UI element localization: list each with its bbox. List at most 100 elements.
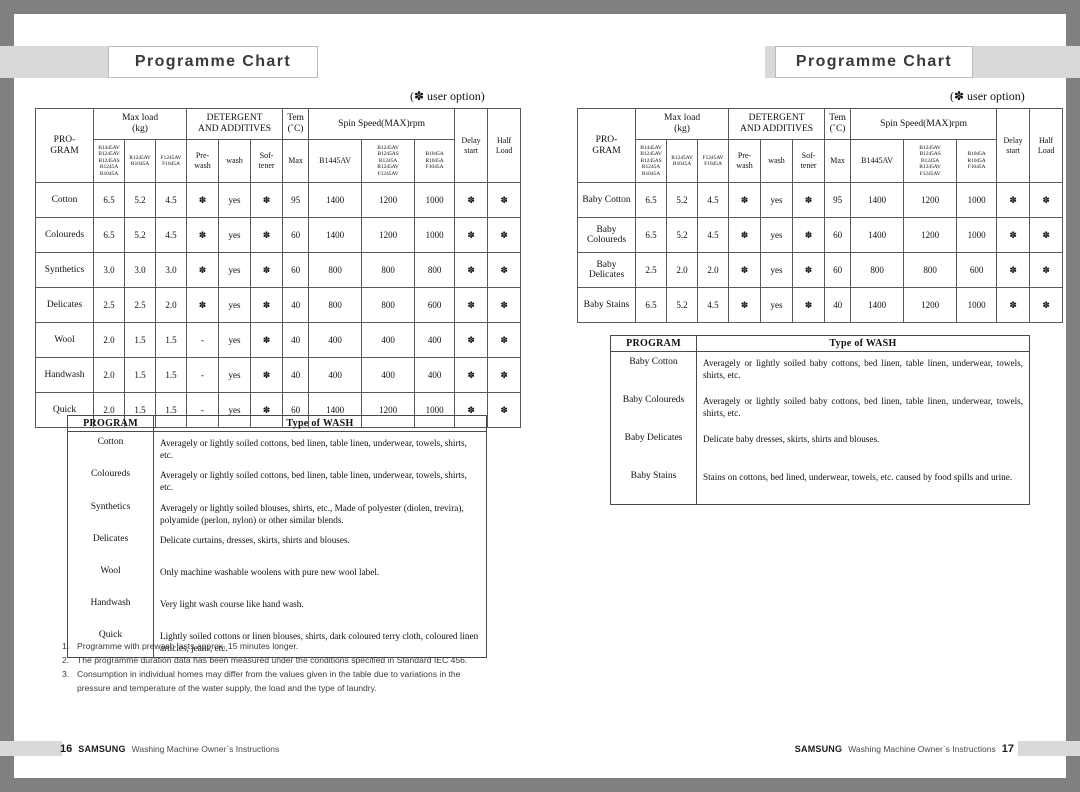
cell-delay: ✽ bbox=[454, 217, 489, 253]
header-delay-line1: Delay bbox=[1003, 135, 1023, 145]
cell-load2: 1.5 bbox=[124, 322, 156, 358]
cell-temp: 95 bbox=[282, 182, 310, 218]
cell-half: ✽ bbox=[487, 392, 522, 428]
cell-load2: 3.0 bbox=[124, 252, 156, 288]
cell-program: Baby Stains bbox=[577, 287, 636, 323]
header-program-line1: PRO- bbox=[595, 134, 618, 145]
left-page-footer: 16 SAMSUNG Washing Machine Owner`s Instr… bbox=[60, 741, 279, 756]
footnote-item: 1. Programme with prewash lasts approx. 1… bbox=[62, 640, 492, 654]
wash-description: Averagely or lightly soiled cottons, bed… bbox=[153, 431, 487, 465]
cell-wash: yes bbox=[218, 182, 252, 218]
header-tem-text: Tem bbox=[287, 113, 304, 124]
cell-load3: 2.0 bbox=[696, 252, 730, 288]
cell-wash: yes bbox=[218, 357, 252, 393]
right-wash-table-head: PROGRAM Type of WASH bbox=[610, 335, 1030, 352]
table-row: Delicates 2.5 2.5 2.0 ✽ yes ✽ 40 800 800 600 ✽ ✽ bbox=[35, 287, 522, 323]
cell-half: ✽ bbox=[487, 252, 522, 288]
cell-half: ✽ bbox=[1029, 252, 1064, 288]
cell-half: ✽ bbox=[1029, 182, 1064, 218]
cell-spin1: 400 bbox=[308, 357, 363, 393]
header-program-line2: GRAM bbox=[50, 145, 79, 156]
cell-prewash: ✽ bbox=[186, 182, 220, 218]
header-tem-text: Tem bbox=[829, 113, 846, 124]
cell-half: ✽ bbox=[487, 322, 522, 358]
cell-half: ✽ bbox=[487, 217, 522, 253]
cell-load3: 4.5 bbox=[696, 287, 730, 323]
header-tem-unit: (˚C) bbox=[829, 124, 846, 134]
header-load-models-2: R1245AV R1045A bbox=[666, 139, 698, 183]
cell-spin2: 1200 bbox=[903, 287, 958, 323]
cell-softener: ✽ bbox=[792, 287, 826, 323]
cell-spin2: 1200 bbox=[903, 217, 958, 253]
table-row: Baby Delicates 2.5 2.0 2.0 ✽ yes ✽ 60 800 800 600 ✽ ✽ bbox=[577, 252, 1064, 288]
wash-description: Averagely or lightly soiled cottons, bed… bbox=[153, 464, 487, 497]
table-row: Baby Cotton 6.5 5.2 4.5 ✽ yes ✽ 95 1400 1200 1000 ✽… bbox=[577, 182, 1064, 218]
cell-delay: ✽ bbox=[996, 217, 1031, 253]
wash-program-name: Handwash bbox=[67, 592, 154, 625]
cell-program: Baby Delicates bbox=[577, 252, 636, 288]
cell-prewash: ✽ bbox=[728, 217, 762, 253]
cell-spin3: 1000 bbox=[956, 217, 998, 253]
wash-description: Averagely or lightly soiled baby cottons… bbox=[696, 351, 1030, 390]
table-row: Handwash 2.0 1.5 1.5- yes ✽ 40 400 400 400 ✽ ✽ bbox=[35, 357, 522, 393]
footnote-text: Programme with prewash lasts approx. 15 … bbox=[77, 641, 299, 651]
table-header-row-1: PRO- GRAM Max load (kg) DETERGENT AND AD… bbox=[577, 108, 1064, 183]
cell-load1: 6.5 bbox=[635, 217, 667, 253]
cell-delay: ✽ bbox=[996, 182, 1031, 218]
cell-load3: 2.0 bbox=[154, 287, 188, 323]
right-page-title-box: Programme Chart bbox=[775, 46, 973, 78]
wash-header-program: PROGRAM bbox=[67, 415, 154, 432]
right-programme-table: PRO- GRAM Max load (kg) DETERGENT AND AD… bbox=[577, 108, 1064, 323]
left-programme-table: PRO- GRAM Max load (kg) DETERGENT AND AD… bbox=[35, 108, 522, 428]
cell-temp: 40 bbox=[824, 287, 852, 323]
cell-half: ✽ bbox=[487, 287, 522, 323]
header-spin-speed: Spin Speed(MAX)rpm bbox=[308, 108, 456, 140]
cell-spin1: 400 bbox=[308, 322, 363, 358]
wash-program-name: Delicates bbox=[67, 528, 154, 561]
cell-temp: 60 bbox=[824, 252, 852, 288]
cell-prewash: ✽ bbox=[728, 252, 762, 288]
header-wash: wash bbox=[218, 139, 252, 183]
header-max-temp: Max bbox=[824, 139, 852, 183]
cell-wash: yes bbox=[218, 217, 252, 253]
cell-load3: 3.0 bbox=[154, 252, 188, 288]
table-row: Coloureds 6.5 5.2 4.5 ✽ yes ✽ 60 1400 1200 1000 ✽ ✽ bbox=[35, 217, 522, 253]
cell-load2: 5.2 bbox=[666, 182, 698, 218]
wash-program-name: Coloureds bbox=[67, 464, 154, 497]
wash-description: Averagely or lightly soiled baby cottons… bbox=[696, 390, 1030, 428]
cell-softener: ✽ bbox=[792, 182, 826, 218]
cell-temp: 60 bbox=[282, 252, 310, 288]
header-softener: Sof-tener bbox=[792, 139, 826, 183]
cell-spin2: 800 bbox=[903, 252, 958, 288]
cell-delay: ✽ bbox=[996, 252, 1031, 288]
cell-prewash: ✽ bbox=[728, 182, 762, 218]
cell-prewash: ✽ bbox=[186, 287, 220, 323]
header-half-line1: Half bbox=[496, 135, 512, 145]
cell-load1: 2.0 bbox=[93, 322, 125, 358]
left-programme-table-body: Cotton 6.5 5.2 4.5 ✽ yes ✽ 95 1400 1200 1000 ✽ ✽ Colo… bbox=[35, 182, 522, 428]
cell-delay: ✽ bbox=[454, 182, 489, 218]
cell-temp: 40 bbox=[282, 357, 310, 393]
cell-delay: ✽ bbox=[454, 357, 489, 393]
left-page-title-box: Programme Chart bbox=[108, 46, 318, 78]
cell-load1: 2.5 bbox=[93, 287, 125, 323]
header-spin-models-3: B1045A R1045A F1045A bbox=[956, 139, 998, 183]
cell-spin2: 800 bbox=[361, 252, 416, 288]
cell-prewash: - bbox=[186, 357, 220, 393]
header-half-load: Half Load bbox=[487, 108, 522, 183]
cell-delay: ✽ bbox=[454, 287, 489, 323]
left-wash-table-body: Cotton Averagely or lightly soiled cotton… bbox=[67, 431, 487, 659]
right-page-number: 17 bbox=[1001, 742, 1014, 755]
cell-wash: yes bbox=[760, 252, 794, 288]
cell-load2: 5.2 bbox=[124, 217, 156, 253]
left-wash-table-head: PROGRAM Type of WASH bbox=[67, 415, 487, 432]
page-frame-left-upper-bar bbox=[0, 0, 14, 46]
header-detergent-line1: DETERGENT bbox=[748, 113, 805, 124]
header-detergent-line2: AND ADDITIVES bbox=[198, 124, 272, 134]
wash-row: Baby Cotton Averagely or lightly soiled b… bbox=[610, 351, 1030, 390]
wash-description: Delicate curtains, dresses, skirts, shir… bbox=[153, 528, 487, 561]
header-delay-line1: Delay bbox=[461, 135, 481, 145]
header-max-load-text: Max load bbox=[663, 113, 701, 124]
page-frame-right-upper-bar bbox=[1066, 0, 1080, 46]
cell-spin3: 1000 bbox=[414, 182, 456, 218]
